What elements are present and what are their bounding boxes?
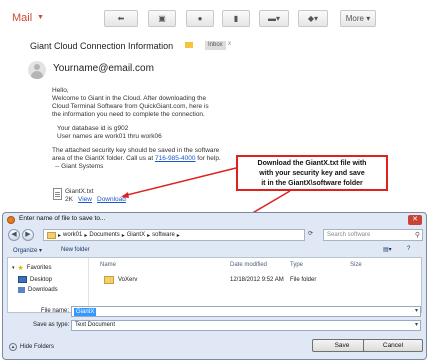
- table-row-name[interactable]: VoXerv: [118, 277, 137, 283]
- firefox-icon: [7, 216, 15, 224]
- nav-favorites[interactable]: ▾ ★ Favorites: [12, 264, 51, 272]
- table-row-type: File folder: [290, 277, 317, 283]
- chevron-down-icon[interactable]: ▾: [415, 307, 418, 314]
- save-as-type-value: Text Document: [75, 322, 116, 328]
- folder-icon: [104, 276, 114, 284]
- dialog-title: Enter name of file to save to...: [19, 215, 106, 222]
- breadcrumb-item[interactable]: Documents: [89, 232, 119, 238]
- address-bar[interactable]: ▸ work01 ▸ Documents ▸ GiantX ▸ software…: [43, 229, 305, 241]
- path-separator-icon: ▸: [176, 232, 180, 239]
- desktop-icon: [18, 276, 27, 283]
- save-as-type-select[interactable]: Text Document ▾: [71, 320, 421, 331]
- save-dialog: Enter name of file to save to... ✕ ◀ ▶ ▸…: [2, 212, 427, 360]
- refresh-icon[interactable]: ⟳: [308, 230, 313, 237]
- column-header-size[interactable]: Size: [350, 262, 362, 268]
- downloads-icon: [18, 287, 25, 293]
- nav-label: Favorites: [26, 265, 52, 271]
- arrow-to-download: [122, 167, 237, 197]
- arrowhead: [121, 192, 129, 198]
- file-name-field[interactable]: GiantX ▾: [71, 306, 421, 317]
- nav-label: Downloads: [28, 287, 58, 293]
- search-icon: ⚲: [414, 232, 420, 239]
- star-icon: ★: [17, 265, 24, 272]
- view-options-icon[interactable]: ▤▾: [383, 246, 392, 253]
- save-as-type-label: Save as type:: [33, 322, 70, 328]
- close-icon[interactable]: ✕: [408, 215, 422, 225]
- nav-downloads[interactable]: Downloads: [18, 287, 58, 293]
- chevron-down-icon: ▾: [414, 322, 418, 328]
- hide-folders-label: Hide Folders: [20, 344, 55, 350]
- path-separator-icon: ▸: [58, 232, 62, 239]
- breadcrumb-item[interactable]: work01: [63, 232, 82, 238]
- breadcrumb-item[interactable]: GiantX: [127, 232, 145, 238]
- folder-icon: [47, 231, 56, 239]
- organize-button[interactable]: Organize ▾: [13, 247, 42, 254]
- hide-folders-toggle[interactable]: ▲ Hide Folders: [9, 343, 54, 351]
- file-browser: ▾ ★ Favorites Desktop Downloads Name Dat…: [7, 257, 422, 313]
- command-bar: Organize ▾ New folder ▤▾ ?: [3, 245, 426, 256]
- column-header-name[interactable]: Name: [100, 262, 116, 268]
- organize-label: Organize: [13, 248, 38, 254]
- search-input[interactable]: Search software ⚲: [323, 229, 423, 241]
- cancel-button[interactable]: Cancel: [363, 339, 423, 352]
- collapse-icon: ▲: [9, 343, 17, 351]
- new-folder-button[interactable]: New folder: [61, 247, 90, 253]
- help-icon[interactable]: ?: [407, 246, 410, 252]
- path-separator-icon: ▸: [84, 232, 88, 239]
- file-name-label: File name:: [41, 308, 70, 314]
- path-separator-icon: ▸: [147, 232, 151, 239]
- expand-icon: ▾: [12, 265, 15, 271]
- breadcrumb-item[interactable]: software: [152, 232, 175, 238]
- path-separator-icon: ▸: [121, 232, 125, 239]
- file-name-value: GiantX: [74, 308, 97, 316]
- back-arrow-icon[interactable]: ◀: [8, 229, 20, 241]
- forward-arrow-icon[interactable]: ▶: [22, 229, 34, 241]
- column-header-type[interactable]: Type: [290, 262, 303, 268]
- nav-label: Desktop: [30, 276, 53, 283]
- search-placeholder: Search software: [327, 232, 371, 238]
- navigation-pane: ▾ ★ Favorites Desktop Downloads: [8, 258, 89, 312]
- column-header-date[interactable]: Date modified: [230, 262, 267, 268]
- table-row-date: 12/18/2012 9:52 AM: [230, 277, 284, 283]
- nav-desktop[interactable]: Desktop: [18, 276, 52, 283]
